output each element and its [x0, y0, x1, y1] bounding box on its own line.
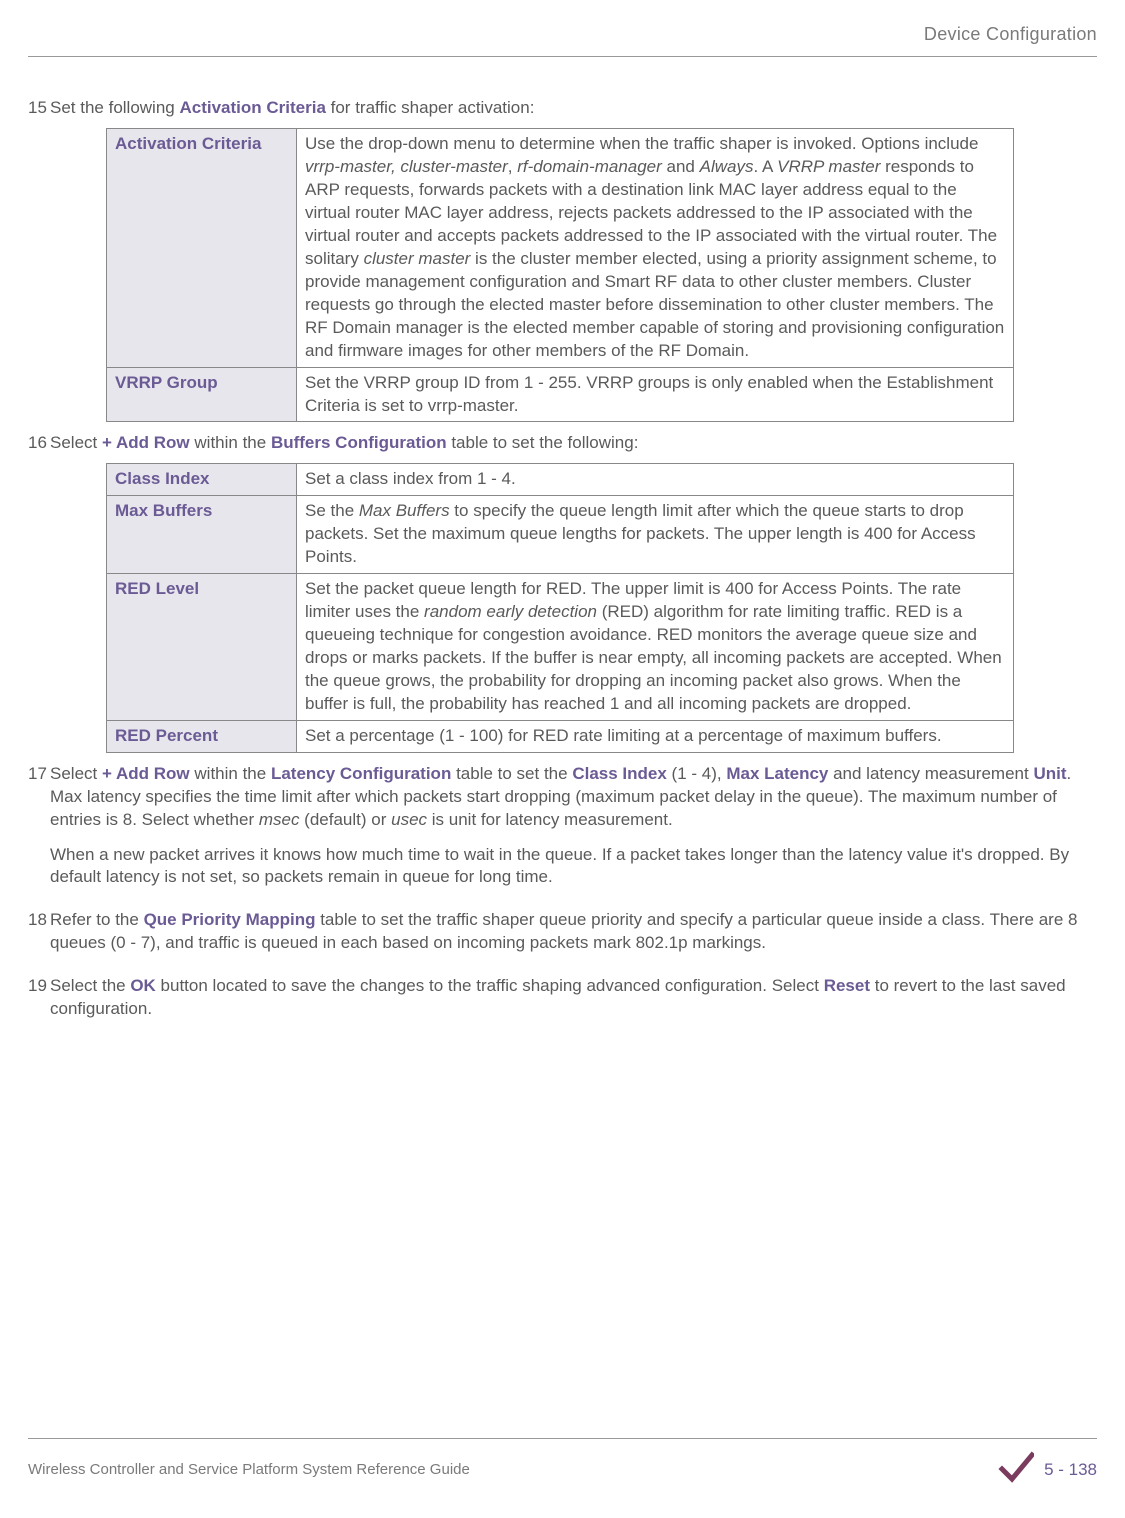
term-unit: Unit — [1033, 764, 1066, 783]
page-number: 5 - 138 — [1044, 1459, 1097, 1482]
row-desc: Use the drop-down menu to determine when… — [297, 129, 1014, 367]
row-desc: Set a class index from 1 - 4. — [297, 464, 1014, 496]
step-number: 18 — [28, 909, 50, 967]
text: Select — [50, 764, 102, 783]
text: and latency measurement — [828, 764, 1033, 783]
text: Set the following — [50, 98, 179, 117]
row-label: Class Index — [107, 464, 297, 496]
step-16: 16 Select + Add Row within the Buffers C… — [28, 432, 1097, 455]
term-reset: Reset — [824, 976, 870, 995]
checkmark-icon — [998, 1449, 1034, 1492]
step-18: 18 Refer to the Que Priority Mapping tab… — [28, 909, 1097, 967]
text: table to set the — [451, 764, 572, 783]
term-latency-config: Latency Configuration — [271, 764, 451, 783]
text: and — [662, 157, 700, 176]
table-row: VRRP Group Set the VRRP group ID from 1 … — [107, 367, 1014, 422]
row-desc: Set the packet queue length for RED. The… — [297, 574, 1014, 721]
italic-text: rf-domain-manager — [517, 157, 662, 176]
buffers-config-table: Class Index Set a class index from 1 - 4… — [106, 463, 1014, 752]
footer-title: Wireless Controller and Service Platform… — [28, 1460, 470, 1480]
term-class-index: Class Index — [572, 764, 667, 783]
term-activation-criteria: Activation Criteria — [179, 98, 325, 117]
page-footer: Wireless Controller and Service Platform… — [0, 1438, 1125, 1518]
step-number: 16 — [28, 432, 50, 455]
term-ok: OK — [130, 976, 156, 995]
step-19: 19 Select the OK button located to save … — [28, 975, 1097, 1033]
table-row: Class Index Set a class index from 1 - 4… — [107, 464, 1014, 496]
text: (1 - 4), — [667, 764, 727, 783]
step-body: Set the following Activation Criteria fo… — [50, 97, 1097, 120]
text: table to set the following: — [447, 433, 639, 452]
step-body: Select + Add Row within the Latency Conf… — [50, 763, 1097, 902]
italic-text: vrrp-master, cluster-master — [305, 157, 508, 176]
term-buffers-config: Buffers Configuration — [271, 433, 447, 452]
row-label: RED Level — [107, 574, 297, 721]
term-add-row: + Add Row — [102, 764, 190, 783]
italic-text: msec — [259, 810, 300, 829]
row-label: Activation Criteria — [107, 129, 297, 367]
header-divider — [28, 56, 1097, 57]
footer-divider — [28, 1438, 1097, 1439]
table-row: Activation Criteria Use the drop-down me… — [107, 129, 1014, 367]
text: Use the drop-down menu to determine when… — [305, 134, 978, 153]
term-que-priority: Que Priority Mapping — [144, 910, 316, 929]
text: Se the — [305, 501, 359, 520]
text: within the — [190, 433, 271, 452]
table-row: Max Buffers Se the Max Buffers to specif… — [107, 496, 1014, 574]
step-body: Select the OK button located to save the… — [50, 975, 1097, 1021]
step-17: 17 Select + Add Row within the Latency C… — [28, 763, 1097, 902]
term-add-row: + Add Row — [102, 433, 190, 452]
table-row: RED Percent Set a percentage (1 - 100) f… — [107, 720, 1014, 752]
step-body: Select + Add Row within the Buffers Conf… — [50, 432, 1097, 455]
italic-text: VRRP master — [777, 157, 880, 176]
text: Refer to the — [50, 910, 144, 929]
row-desc: Set a percentage (1 - 100) for RED rate … — [297, 720, 1014, 752]
italic-text: cluster master — [364, 249, 471, 268]
paragraph: When a new packet arrives it knows how m… — [50, 844, 1097, 890]
text: (default) or — [299, 810, 391, 829]
row-label: Max Buffers — [107, 496, 297, 574]
text: Select the — [50, 976, 130, 995]
step-body: Refer to the Que Priority Mapping table … — [50, 909, 1097, 955]
row-label: VRRP Group — [107, 367, 297, 422]
row-label: RED Percent — [107, 720, 297, 752]
italic-text: random early detection — [424, 602, 597, 621]
page-header-title: Device Configuration — [28, 0, 1097, 56]
row-desc: Se the Max Buffers to specify the queue … — [297, 496, 1014, 574]
step-number: 17 — [28, 763, 50, 902]
italic-text: usec — [391, 810, 427, 829]
step-number: 15 — [28, 97, 50, 120]
step-number: 19 — [28, 975, 50, 1033]
text: within the — [190, 764, 271, 783]
italic-text: Max Buffers — [359, 501, 450, 520]
table-row: RED Level Set the packet queue length fo… — [107, 574, 1014, 721]
term-max-latency: Max Latency — [726, 764, 828, 783]
text: , — [508, 157, 517, 176]
text: button located to save the changes to th… — [156, 976, 824, 995]
activation-criteria-table: Activation Criteria Use the drop-down me… — [106, 128, 1014, 422]
text: . A — [753, 157, 777, 176]
text: Select — [50, 433, 102, 452]
text: for traffic shaper activation: — [326, 98, 535, 117]
italic-text: Always — [700, 157, 754, 176]
text: is unit for latency measurement. — [427, 810, 673, 829]
step-15: 15 Set the following Activation Criteria… — [28, 97, 1097, 120]
row-desc: Set the VRRP group ID from 1 - 255. VRRP… — [297, 367, 1014, 422]
